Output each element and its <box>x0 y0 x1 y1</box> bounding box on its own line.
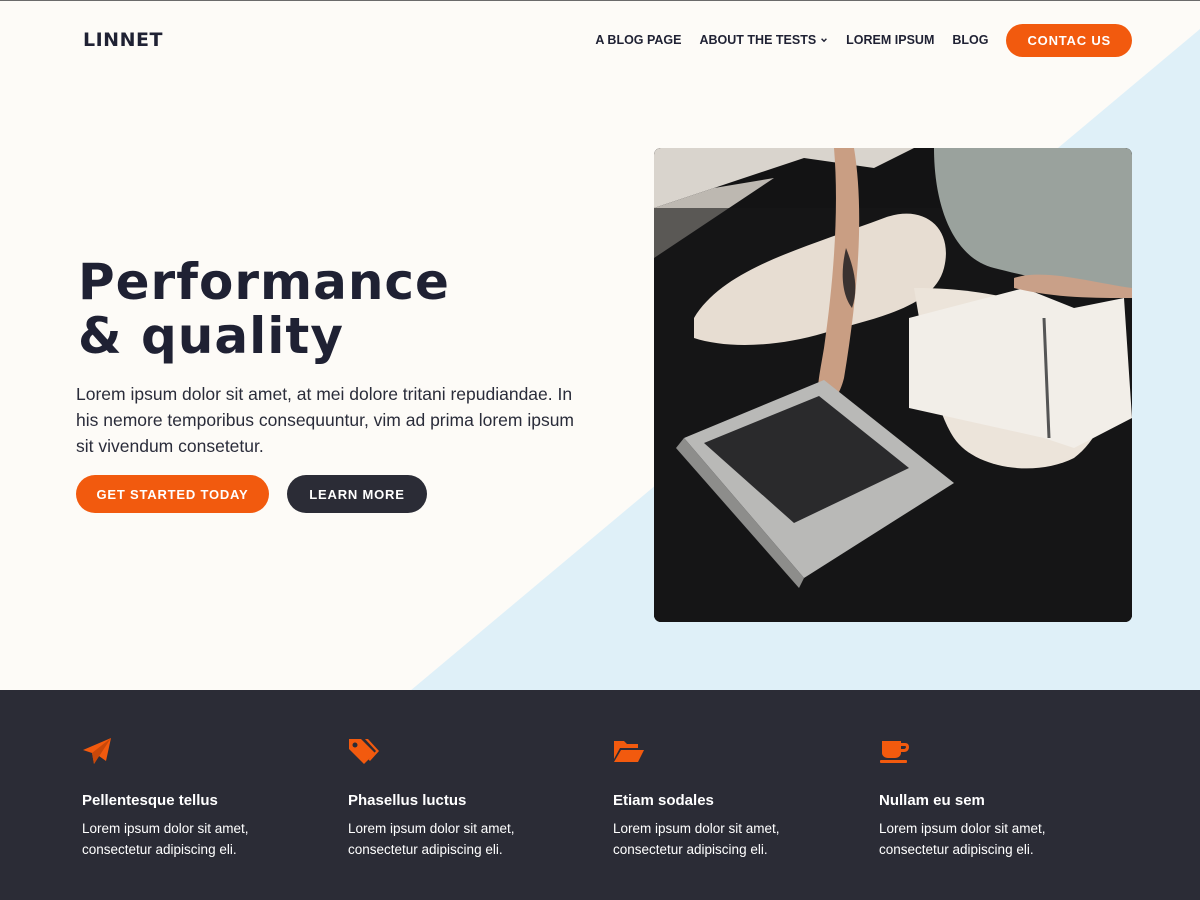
feature-text: Lorem ipsum dolor sit amet, consectetur … <box>348 821 515 857</box>
learn-more-button[interactable]: LEARN MORE <box>287 475 427 513</box>
feature-text: Lorem ipsum dolor sit amet, consectetur … <box>82 821 249 857</box>
paper-plane-icon <box>83 738 111 764</box>
features-section: Pellentesque tellus Lorem ipsum dolor si… <box>0 690 1200 900</box>
nav-item-lorem-ipsum[interactable]: LOREM IPSUM <box>846 33 934 47</box>
nav-item-blog[interactable]: BLOG <box>952 33 988 47</box>
feature-text: Lorem ipsum dolor sit amet, consectetur … <box>879 821 1046 857</box>
nav-item-label: A BLOG PAGE <box>595 33 682 47</box>
feature-title: Etiam sodales <box>613 792 714 809</box>
feature-text: Lorem ipsum dolor sit amet, consectetur … <box>613 821 780 857</box>
nav-item-a-blog-page[interactable]: A BLOG PAGE <box>595 33 681 47</box>
get-started-button[interactable]: GET STARTED TODAY <box>76 475 269 513</box>
tags-icon <box>349 739 379 764</box>
hero-title-line-2: & quality <box>78 307 344 365</box>
coffee-cup-icon <box>880 741 909 763</box>
contact-button[interactable]: CONTAC US <box>1006 23 1132 57</box>
feature-title: Phasellus luctus <box>348 792 467 809</box>
nav-item-label: LOREM IPSUM <box>846 33 935 47</box>
main-nav: A BLOG PAGE ABOUT THE TESTS LOREM IPSUM … <box>595 23 1132 57</box>
nav-item-about-the-tests[interactable]: ABOUT THE TESTS <box>700 33 829 47</box>
nav-item-label: BLOG <box>952 33 989 47</box>
hero-title-line-1: Performance <box>78 253 450 311</box>
feature-title: Nullam eu sem <box>879 792 985 809</box>
woman-with-laptop-illustration <box>654 148 1132 622</box>
hero-photo <box>654 148 1132 622</box>
nav-item-label: ABOUT THE TESTS <box>699 33 817 47</box>
site-header: LINNET A BLOG PAGE ABOUT THE TESTS LOREM… <box>0 1 1200 79</box>
folder-open-icon <box>614 741 644 762</box>
chevron-down-icon <box>821 38 828 43</box>
hero-section: LINNET A BLOG PAGE ABOUT THE TESTS LOREM… <box>0 0 1200 690</box>
hero-title: Performance & quality <box>78 255 450 363</box>
site-logo[interactable]: LINNET <box>83 29 163 51</box>
feature-title: Pellentesque tellus <box>82 792 218 809</box>
hero-description: Lorem ipsum dolor sit amet, at mei dolor… <box>76 384 574 456</box>
